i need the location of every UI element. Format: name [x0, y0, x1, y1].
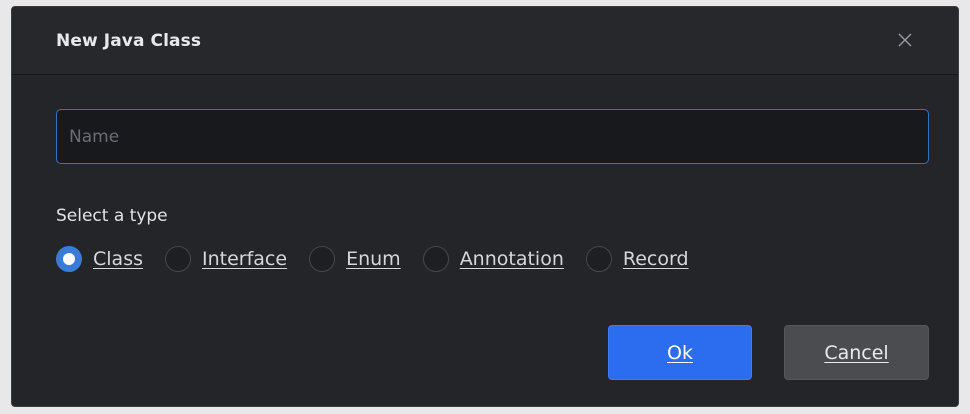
radio-button-icon [585, 246, 612, 272]
radio-button-icon [422, 246, 449, 272]
radio-button-icon [165, 246, 191, 272]
radio-annotation[interactable]: Annotation [422, 246, 564, 272]
name-input[interactable] [56, 109, 929, 164]
radio-button-icon [56, 246, 82, 272]
radio-label: Interface [202, 248, 288, 270]
radio-label: Enum [346, 248, 401, 270]
radio-label: Annotation [459, 248, 564, 270]
radio-interface[interactable]: Interface [165, 246, 287, 272]
radio-enum[interactable]: Enum [309, 246, 401, 272]
dialog-titlebar: New Java Class [12, 7, 958, 75]
radio-record[interactable]: Record [585, 246, 689, 272]
select-type-label: Select a type [56, 206, 168, 226]
close-icon [898, 33, 912, 47]
ok-button[interactable]: Ok [608, 325, 752, 380]
type-radio-group: Class Interface Enum Annotation Record [56, 241, 711, 277]
radio-label: Class [93, 248, 143, 270]
dialog-title: New Java Class [56, 31, 202, 51]
cancel-button[interactable]: Cancel [784, 325, 929, 380]
radio-label: Record [622, 248, 689, 270]
new-java-class-dialog: New Java Class Select a type Class Inter… [11, 6, 959, 407]
close-button[interactable] [888, 23, 922, 57]
radio-button-icon [309, 246, 336, 272]
radio-class[interactable]: Class [56, 246, 143, 272]
